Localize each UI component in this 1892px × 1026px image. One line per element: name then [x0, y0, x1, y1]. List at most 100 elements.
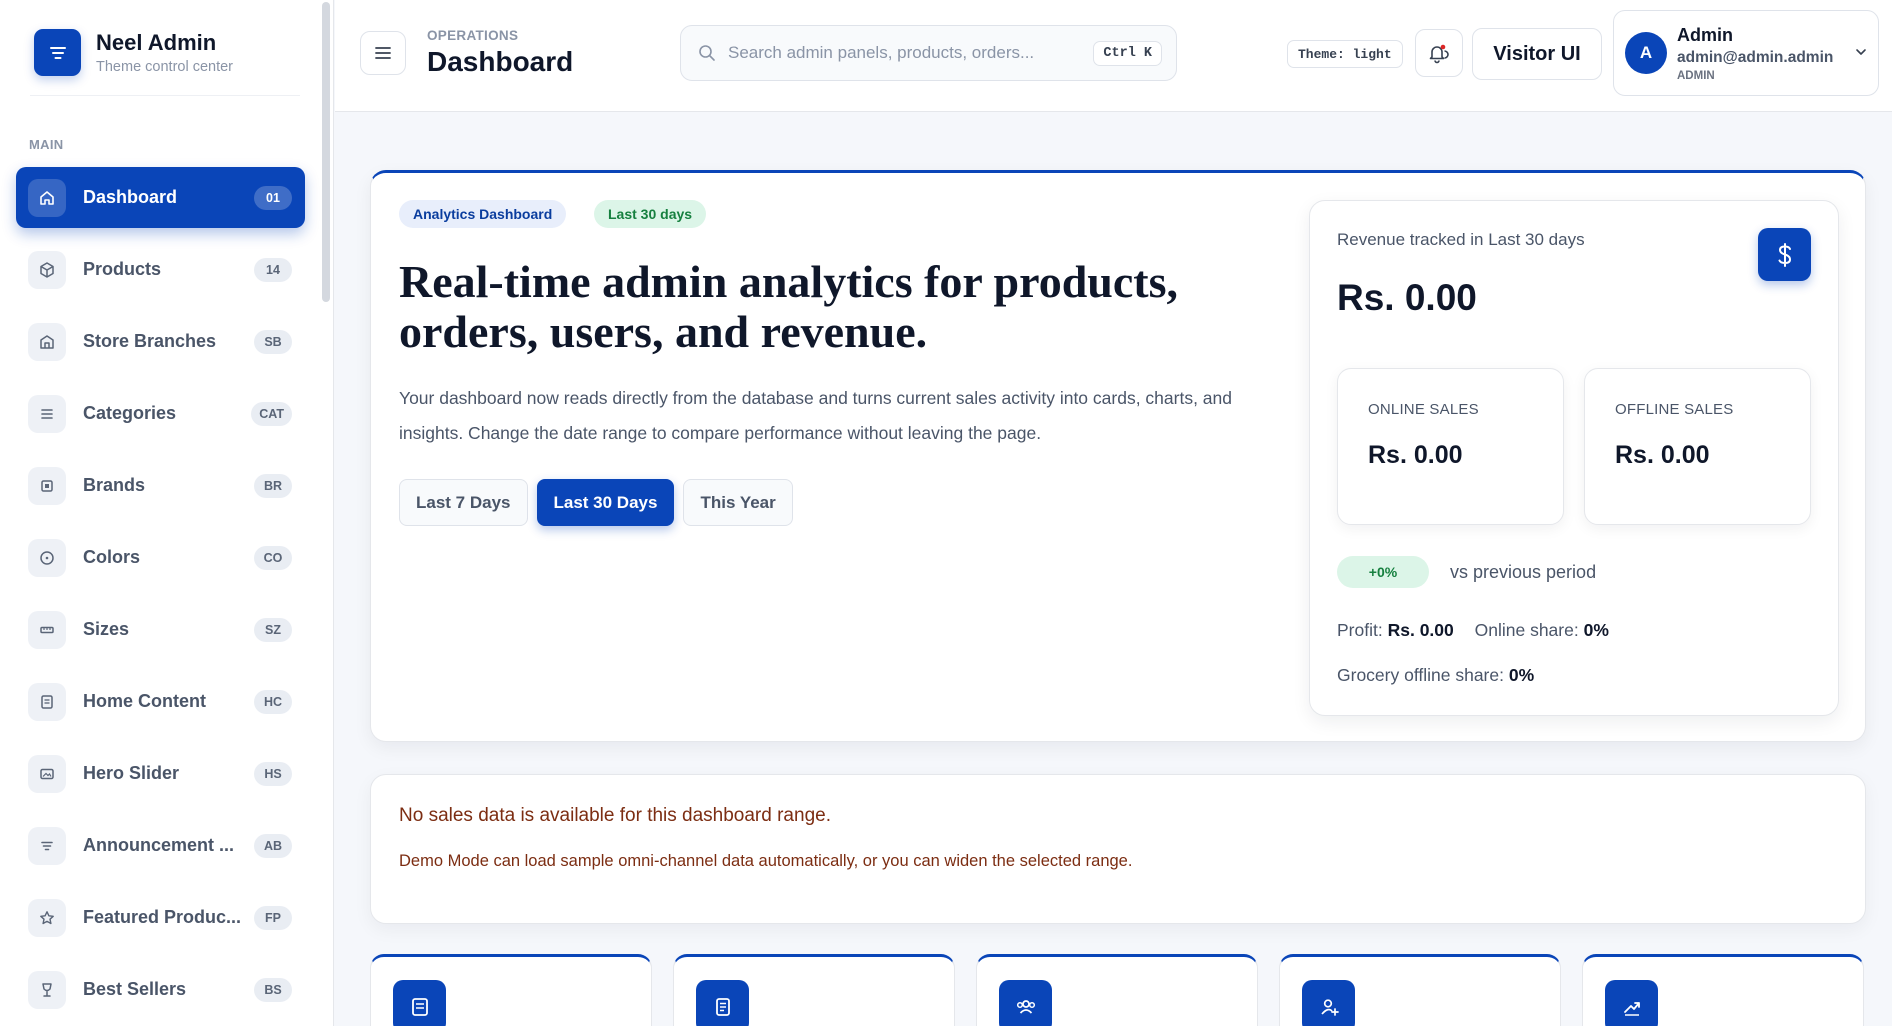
sidebar-item-label: Featured Produc...	[83, 907, 242, 927]
user-email: admin@admin.admin	[1677, 48, 1834, 66]
user-add-icon	[1302, 980, 1355, 1026]
users-icon	[999, 980, 1052, 1026]
notifications-button[interactable]	[1415, 29, 1463, 77]
search-bar[interactable]: Ctrl K	[680, 25, 1177, 81]
hero-description: Your dashboard now reads directly from t…	[399, 388, 1232, 443]
sidebar-item-badge: 14	[254, 257, 292, 282]
hamburger-icon	[375, 47, 391, 59]
analytics-hero-card: Analytics Dashboard Last 30 days Real-ti…	[370, 170, 1866, 742]
user-menu[interactable]: A Admin admin@admin.admin ADMIN	[1613, 10, 1879, 96]
brand[interactable]: Neel Admin Theme control center	[34, 29, 233, 76]
stat-card	[1279, 954, 1561, 1026]
search-shortcut: Ctrl K	[1093, 40, 1162, 66]
range-last-30-days-button[interactable]: Last 30 Days	[536, 479, 675, 526]
online-share-label: Online share:	[1474, 620, 1579, 640]
sidebar-item-badge: 01	[254, 185, 292, 210]
grocery-share-label: Grocery offline share:	[1337, 665, 1504, 685]
tag-date-range: Last 30 days	[594, 200, 707, 228]
menu-toggle-button[interactable]	[360, 31, 406, 75]
sidebar-item-label: Brands	[83, 475, 146, 495]
filter-icon	[28, 826, 66, 865]
sidebar-item-dashboard[interactable]: Dashboard 01	[16, 167, 305, 228]
sidebar-item-badge: SZ	[254, 617, 292, 642]
sidebar-item-best-sellers[interactable]: Best Sellers BS	[16, 959, 305, 1020]
divider	[30, 95, 300, 96]
notice-body: Demo Mode can load sample omni-channel d…	[399, 852, 1133, 870]
sidebar-item-badge: BR	[254, 473, 292, 498]
sidebar-item-label: Products	[83, 259, 162, 279]
sidebar-item-badge: FP	[254, 905, 292, 930]
sidebar-item-hero-slider[interactable]: Hero Slider HS	[16, 743, 305, 804]
sidebar-item-badge: AB	[254, 833, 292, 858]
bell-icon	[1429, 44, 1449, 64]
online-sales-value: Rs. 0.00	[1368, 441, 1463, 469]
document-icon	[393, 980, 446, 1026]
sidebar-item-sizes[interactable]: Sizes SZ	[16, 599, 305, 660]
grocery-share-line: Grocery offline share: 0%	[1337, 665, 1534, 686]
sidebar-item-featured-products[interactable]: Featured Produc... FP	[16, 887, 305, 948]
trend-icon	[1605, 980, 1658, 1026]
user-role: ADMIN	[1677, 69, 1715, 82]
store-icon	[28, 322, 66, 361]
sidebar-item-badge: CAT	[251, 401, 292, 426]
search-icon	[699, 45, 715, 61]
user-name: Admin	[1677, 24, 1733, 45]
sidebar-item-badge: HS	[254, 761, 292, 786]
sidebar-item-label: Colors	[83, 547, 141, 567]
image-icon	[28, 754, 66, 793]
offline-sales-card: OFFLINE SALES Rs. 0.00	[1584, 368, 1811, 525]
online-sales-label: ONLINE SALES	[1368, 401, 1479, 418]
sidebar-item-categories[interactable]: Categories CAT	[16, 383, 305, 444]
hero-title: Real-time admin analytics for products, …	[399, 256, 1178, 357]
range-this-year-button[interactable]: This Year	[683, 479, 793, 526]
sidebar-item-brands[interactable]: Brands BR	[16, 455, 305, 516]
notice-title: No sales data is available for this dash…	[399, 805, 831, 826]
list-icon	[28, 394, 66, 433]
offline-sales-value: Rs. 0.00	[1615, 441, 1710, 469]
stat-card	[370, 954, 652, 1026]
online-share-value: 0%	[1583, 620, 1609, 640]
ruler-icon	[28, 610, 66, 649]
sidebar-item-store-branches[interactable]: Store Branches SB	[16, 311, 305, 372]
sidebar-item-label: Announcement ...	[83, 835, 235, 855]
growth-caption: vs previous period	[1450, 562, 1597, 582]
brand-name: Neel Admin	[96, 30, 217, 55]
trophy-icon	[28, 970, 66, 1009]
document-icon	[28, 682, 66, 721]
sidebar-section-label: MAIN	[29, 137, 64, 152]
offline-sales-label: OFFLINE SALES	[1615, 401, 1734, 418]
sidebar-item-products[interactable]: Products 14	[16, 239, 305, 300]
profit-value: Rs. 0.00	[1387, 620, 1454, 640]
sidebar-item-label: Categories	[83, 403, 177, 423]
sidebar-item-badge: HC	[254, 689, 292, 714]
range-selector: Last 7 Days Last 30 Days This Year	[399, 479, 802, 526]
sidebar-item-label: Best Sellers	[83, 979, 187, 999]
top-header: OPERATIONS Dashboard Ctrl K Theme: light…	[335, 0, 1892, 112]
sidebar: Neel Admin Theme control center MAIN Das…	[0, 0, 334, 1026]
sidebar-item-home-content[interactable]: Home Content HC	[16, 671, 305, 732]
revenue-label: Revenue tracked in Last 30 days	[1337, 230, 1585, 249]
stat-card	[1582, 954, 1864, 1026]
revenue-card: Revenue tracked in Last 30 days Rs. 0.00…	[1309, 200, 1839, 716]
receipt-icon	[696, 980, 749, 1026]
profit-share-line: Profit: Rs. 0.00 Online share: 0%	[1337, 620, 1609, 641]
circle-icon	[28, 538, 66, 577]
brand-logo-icon	[34, 29, 81, 76]
profit-label: Profit:	[1337, 620, 1383, 640]
sidebar-item-label: Dashboard	[83, 187, 178, 207]
sidebar-item-badge: SB	[254, 329, 292, 354]
sidebar-item-label: Home Content	[83, 691, 206, 711]
growth-badge: +0%	[1337, 556, 1429, 588]
theme-toggle[interactable]: Theme: light	[1287, 40, 1403, 68]
range-last-7-days-button[interactable]: Last 7 Days	[399, 479, 528, 526]
visitor-ui-button[interactable]: Visitor UI	[1472, 28, 1602, 80]
online-sales-card: ONLINE SALES Rs. 0.00	[1337, 368, 1564, 525]
revenue-value: Rs. 0.00	[1337, 277, 1477, 318]
sidebar-scrollbar[interactable]	[322, 2, 330, 302]
sidebar-item-colors[interactable]: Colors CO	[16, 527, 305, 588]
sidebar-item-announcement[interactable]: Announcement ... AB	[16, 815, 305, 876]
box-icon	[28, 250, 66, 289]
star-icon	[28, 898, 66, 937]
stat-card	[673, 954, 955, 1026]
search-input[interactable]	[728, 43, 1088, 63]
